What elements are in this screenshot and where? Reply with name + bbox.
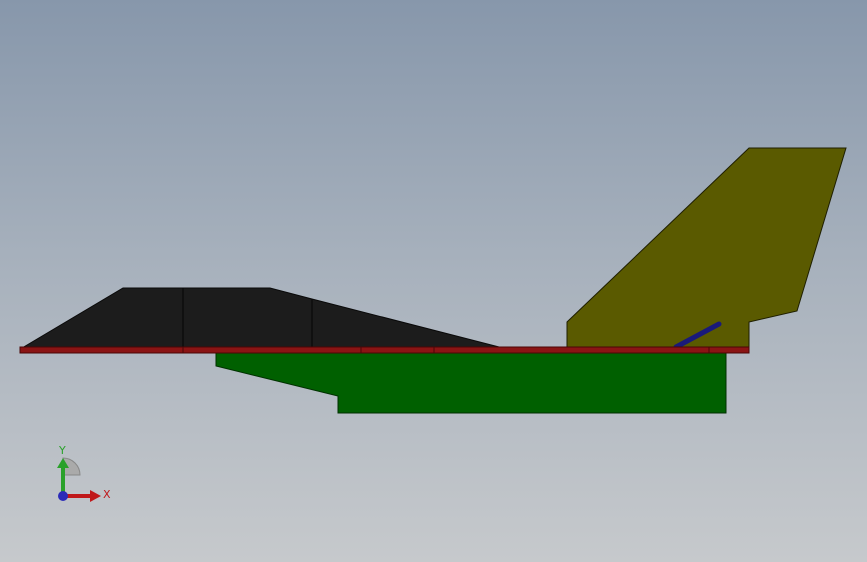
base-plate[interactable] — [19, 346, 750, 354]
graphics-viewport[interactable]: Y X — [0, 0, 867, 562]
y-axis-label: Y — [58, 444, 66, 457]
x-axis-label: X — [103, 488, 111, 501]
vertical-tail[interactable] — [566, 147, 847, 349]
x-axis-arrow — [90, 490, 101, 502]
reference-triad: Y X — [57, 444, 111, 502]
fuselage-body[interactable] — [215, 352, 727, 414]
canopy[interactable] — [20, 287, 504, 349]
z-axis-dot — [58, 491, 68, 501]
aircraft-model[interactable] — [0, 0, 867, 562]
